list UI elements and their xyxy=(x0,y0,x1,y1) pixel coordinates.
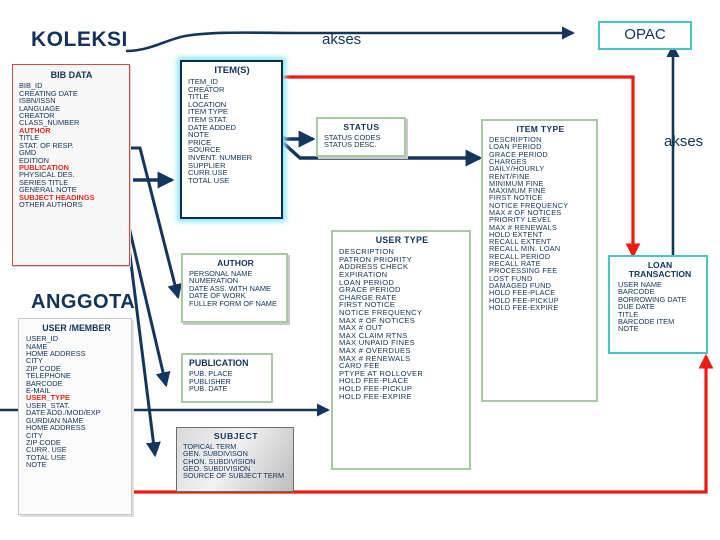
section-title-koleksi: KOLEKSI xyxy=(31,28,128,51)
entity-title: USER TYPE xyxy=(375,235,429,245)
field: NOTE xyxy=(618,324,639,334)
field: HOLD FEE-EXPIRE xyxy=(489,302,559,312)
opac-node[interactable]: OPAC xyxy=(598,21,692,50)
field: HOLD FEE-EXPIRE xyxy=(339,391,412,401)
field-list: DESCRIPTION PATRON PRIORITY ADDRESS CHEC… xyxy=(339,248,465,400)
flow-label-akses-right: akses xyxy=(664,133,704,150)
field: FULLER FORM OF NAME xyxy=(189,298,277,308)
flow-label-akses-top: akses xyxy=(322,31,362,48)
opac-label: OPAC xyxy=(624,26,666,43)
field-list: DESCRIPTION LOAN PERIOD GRACE PERIOD CHA… xyxy=(489,136,592,311)
entity-title: SUBJECT xyxy=(213,431,259,441)
entity-title: LOAN TRANSACTION xyxy=(628,260,692,280)
entity-title: STATUS xyxy=(343,122,380,132)
field: TOTAL USE xyxy=(188,175,230,185)
entity-title: PUBLICATION xyxy=(189,358,249,368)
field: NOTE xyxy=(26,460,47,470)
field-list: STATUS CODES STATUS DESC. xyxy=(324,134,399,149)
entity-title: USER /MEMBER xyxy=(42,323,111,333)
entity-title: BIB DATA xyxy=(50,70,93,80)
entity-status[interactable]: STATUS STATUS CODES STATUS DESC. xyxy=(316,117,406,157)
entity-title: AUTHOR xyxy=(217,258,254,268)
field: STATUS DESC. xyxy=(324,140,377,150)
field-list: USER_ID NAME HOME ADDRESS CITY ZIP CODE … xyxy=(26,335,127,470)
entity-items[interactable]: ITEM(S) ITEM_ID CREATOR TITLE LOCATION I… xyxy=(180,60,283,219)
field-list: PUB. PLACE PUBLISHER PUB. DATE xyxy=(189,370,267,394)
entity-title: ITEM TYPE xyxy=(516,124,565,134)
field: SOURCE OF SUBJECT TERM xyxy=(183,471,285,481)
field-list: USER NAME BARCODE BORROWING DATE DUE DAT… xyxy=(618,281,702,333)
entity-item-type[interactable]: ITEM TYPE DESCRIPTION LOAN PERIOD GRACE … xyxy=(481,119,598,402)
field-list: TOPICAL TERM GEN. SUBDIVISON CHON. SUBDI… xyxy=(183,443,289,481)
entity-publication[interactable]: PUBLICATION PUB. PLACE PUBLISHER PUB. DA… xyxy=(181,353,273,403)
field-list: BIB_ID CREATING DATE ISBN/ISSN LANGUAGE … xyxy=(19,82,124,208)
entity-user-member[interactable]: USER /MEMBER USER_ID NAME HOME ADDRESS C… xyxy=(18,318,132,515)
field-list: ITEM_ID CREATOR TITLE LOCATION ITEM TYPE… xyxy=(188,78,276,184)
entity-user-type[interactable]: USER TYPE DESCRIPTION PATRON PRIORITY AD… xyxy=(331,230,471,470)
entity-subject[interactable]: SUBJECT TOPICAL TERM GEN. SUBDIVISON CHO… xyxy=(176,427,294,492)
field-list: PERSONAL NAME NUMERATION DATE ASS. WITH … xyxy=(189,270,282,307)
entity-loan-transaction[interactable]: LOAN TRANSACTION USER NAME BARCODE BORRO… xyxy=(608,255,708,354)
entity-title: ITEM(S) xyxy=(214,65,250,76)
section-title-anggota: ANGGOTA xyxy=(31,291,136,313)
entity-author[interactable]: AUTHOR PERSONAL NAME NUMERATION DATE ASS… xyxy=(181,253,288,323)
field: OTHER AUTHORS xyxy=(19,199,83,209)
diagram-canvas: KOLEKSI ANGGOTA akses akses OPAC BIB DAT… xyxy=(0,0,720,540)
entity-bib-data[interactable]: BIB DATA BIB_ID CREATING DATE ISBN/ISSN … xyxy=(12,64,130,266)
field: PUB. DATE xyxy=(189,384,228,394)
